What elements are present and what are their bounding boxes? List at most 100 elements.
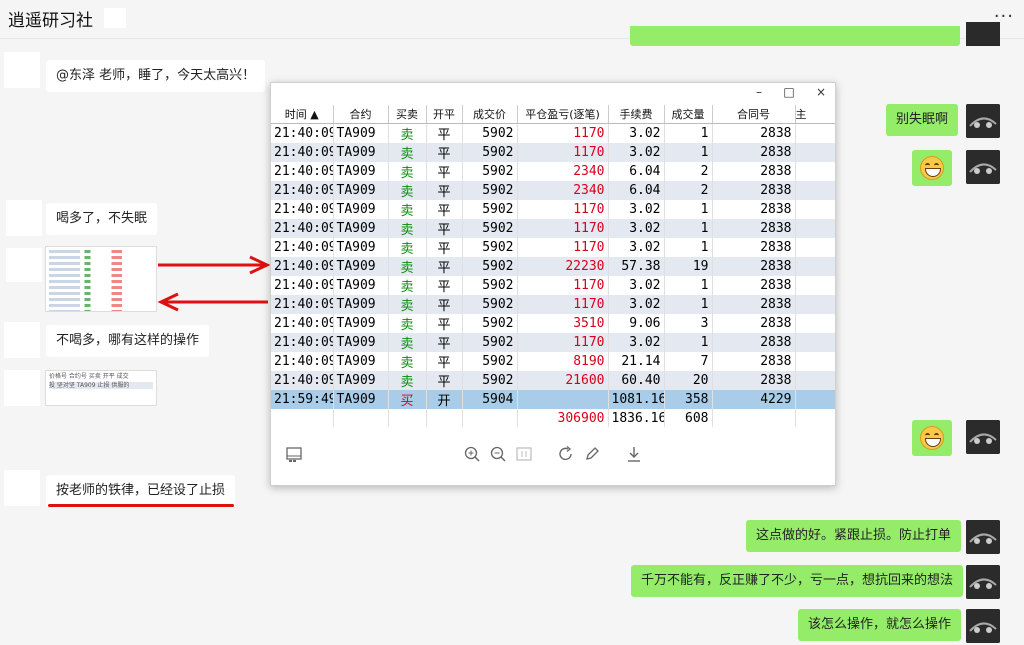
table-cell-main: 86 <box>795 219 835 238</box>
avatar[interactable] <box>4 52 40 88</box>
chat-bubble-received: @东泽 老师，睡了，今天太高兴！ <box>46 60 266 92</box>
column-header[interactable]: 平仓盈亏(逐笔) <box>517 105 609 124</box>
column-header[interactable]: 合同号 <box>712 105 796 124</box>
table-row[interactable]: 21:40:09TA909卖平590211703.021283886 <box>271 219 835 238</box>
table-row[interactable]: 21:40:09TA909卖平59022160060.4020283886 <box>271 371 835 390</box>
column-header[interactable]: 手续费 <box>608 105 665 124</box>
table-row[interactable]: 21:40:09TA909卖平590211703.021283886 <box>271 200 835 219</box>
close-button[interactable]: × <box>811 85 831 99</box>
chat-bubble-sent: 千万不能有，反正赚了不少，亏一点，想抗回来的想法 <box>631 565 964 597</box>
image-viewer-window: – □ × 时间 ▲ 合约 买卖 开平 成交价 平仓盈亏(逐笔) 手续费 成交量… <box>270 82 836 486</box>
avatar[interactable] <box>6 248 42 282</box>
table-cell-price: 5904 <box>462 390 518 409</box>
table-cell-pnl <box>517 390 609 409</box>
table-cell-oc: 平 <box>426 314 463 333</box>
column-header[interactable]: 成交量 <box>664 105 713 124</box>
edit-pencil-icon[interactable] <box>583 445 601 463</box>
table-row[interactable]: 21:40:09TA909卖平590223406.042283886 <box>271 162 835 181</box>
chat-bubble-clipped <box>630 26 960 46</box>
table-row[interactable]: 21:40:09TA909卖平590211703.021283886 <box>271 123 835 143</box>
table-cell-main: 86 <box>795 276 835 295</box>
table-cell-vol: 1 <box>664 333 713 352</box>
table-cell-fee: 57.38 <box>608 257 665 276</box>
table-cell-vol: 3 <box>664 314 713 333</box>
table-row[interactable]: 21:40:09TA909卖平590211703.021283886 <box>271 143 835 162</box>
table-row[interactable]: 21:40:09TA909卖平590223406.042283886 <box>271 181 835 200</box>
avatar[interactable] <box>966 150 1000 184</box>
avatar[interactable] <box>4 370 40 406</box>
column-header[interactable]: 买卖 <box>388 105 427 124</box>
avatar[interactable] <box>966 104 1000 138</box>
table-cell-contract: TA909 <box>333 123 389 143</box>
table-cell-price: 5902 <box>462 371 518 390</box>
table-row[interactable]: 21:40:09TA909卖平590235109.063283886 <box>271 314 835 333</box>
table-cell-vol: 358 <box>664 390 713 409</box>
thumbnail-row: 价格号 合约号 买卖 开平 成交 <box>49 373 129 380</box>
thumbnail-panel-icon[interactable] <box>285 445 303 463</box>
grin-emoji-icon <box>920 156 944 180</box>
avatar[interactable] <box>966 609 1000 643</box>
table-cell-contract: TA909 <box>333 352 389 371</box>
table-row[interactable]: 21:40:09TA909卖平590211703.021283886 <box>271 333 835 352</box>
actual-size-icon[interactable] <box>515 445 533 463</box>
chat-bubble-sent: 别失眠啊 <box>886 104 959 136</box>
table-cell-oc: 平 <box>426 276 463 295</box>
avatar[interactable] <box>4 470 40 506</box>
table-cell-oc: 平 <box>426 123 463 143</box>
chat-title: 逍遥研习社（ <box>8 11 110 31</box>
maximize-button[interactable]: □ <box>779 85 799 99</box>
table-row[interactable]: 21:40:09TA909卖平5902819021.147283886 <box>271 352 835 371</box>
screenshot-thumbnail[interactable] <box>45 246 157 312</box>
zoom-in-icon[interactable] <box>463 445 481 463</box>
table-row[interactable]: 21:40:09TA909卖平590211703.021283886 <box>271 295 835 314</box>
table-cell-oc: 平 <box>426 162 463 181</box>
table-cell-time: 21:40:09 <box>271 162 334 181</box>
table-cell-order: 2838 <box>712 181 796 200</box>
table-cell-main: 86 <box>795 143 835 162</box>
table-cell-order: 2838 <box>712 200 796 219</box>
avatar[interactable] <box>966 22 1000 46</box>
table-cell-main: 86 <box>795 123 835 143</box>
avatar[interactable] <box>4 322 40 358</box>
table-cell-fee: 6.04 <box>608 162 665 181</box>
column-header[interactable]: 主 <box>795 105 835 124</box>
table-cell-main: 86 <box>795 314 835 333</box>
table-cell-price: 5902 <box>462 181 518 200</box>
table-cell-main: 86 <box>795 238 835 257</box>
avatar[interactable] <box>966 565 1000 599</box>
column-header[interactable]: 时间 ▲ <box>271 105 334 124</box>
zoom-out-icon[interactable] <box>489 445 507 463</box>
column-header[interactable]: 开平 <box>426 105 463 124</box>
table-cell-side: 卖 <box>388 352 427 371</box>
avatar[interactable] <box>966 520 1000 554</box>
table-cell-order: 2838 <box>712 162 796 181</box>
chat-bubble-received: 不喝多，哪有这样的操作 <box>46 325 210 357</box>
column-header[interactable]: 合约 <box>333 105 389 124</box>
table-row[interactable]: 21:40:09TA909卖平590211703.021283886 <box>271 276 835 295</box>
table-cell-oc: 平 <box>426 257 463 276</box>
table-cell-time: 21:40:09 <box>271 371 334 390</box>
table-cell-main: 86 <box>795 181 835 200</box>
column-header[interactable]: 成交价 <box>462 105 518 124</box>
table-row[interactable]: 21:40:09TA909卖平59022223057.3819283886 <box>271 257 835 276</box>
download-icon[interactable] <box>625 445 643 463</box>
rotate-icon[interactable] <box>557 445 575 463</box>
screenshot-thumbnail[interactable]: 价格号 合约号 买卖 开平 成交 投 坚对坚 TA909 止损 供服的 <box>45 370 157 406</box>
avatar[interactable] <box>966 420 1000 454</box>
table-cell-main: 101 <box>795 390 835 409</box>
table-cell-vol: 1 <box>664 295 713 314</box>
chat-bubble-sent: 这点做的好。紧跟止损。防止打单 <box>746 520 962 552</box>
table-cell-pnl: 1170 <box>517 333 609 352</box>
avatar[interactable] <box>6 200 42 236</box>
table-cell-time: 21:40:09 <box>271 219 334 238</box>
table-cell-pnl: 2340 <box>517 162 609 181</box>
red-underline-annotation <box>48 504 234 507</box>
table-cell-vol: 1 <box>664 123 713 143</box>
minimize-button[interactable]: – <box>749 85 769 99</box>
table-cell-oc: 平 <box>426 181 463 200</box>
table-cell-price: 5902 <box>462 123 518 143</box>
table-row[interactable]: 21:40:09TA909卖平590211703.021283886 <box>271 238 835 257</box>
table-cell-order: 2838 <box>712 219 796 238</box>
table-row-selected[interactable]: 21:59:49TA909买开5904 1081.163584229101 <box>271 390 835 409</box>
table-cell-contract: TA909 <box>333 333 389 352</box>
